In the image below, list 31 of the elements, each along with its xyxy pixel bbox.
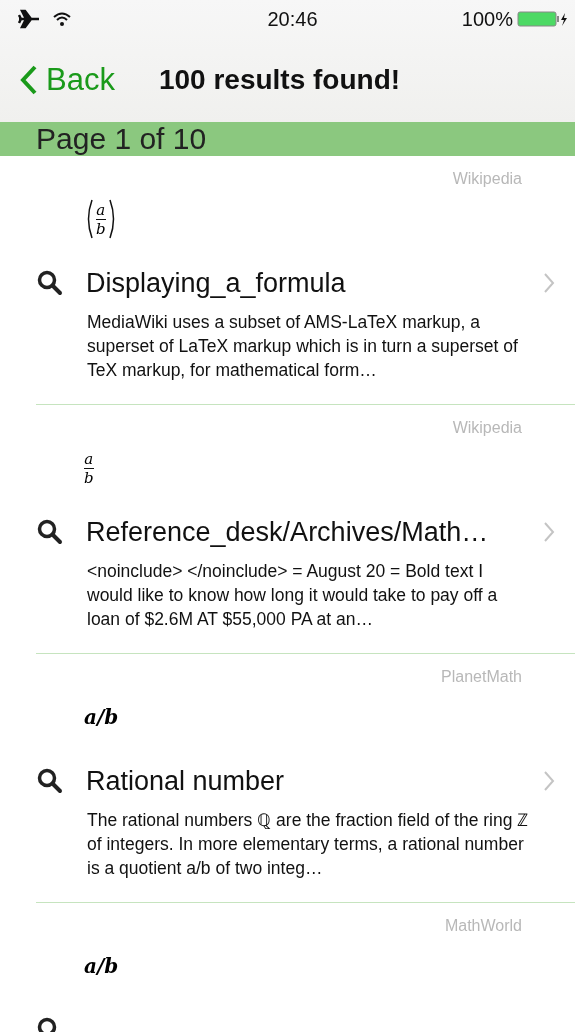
search-icon xyxy=(36,767,64,795)
result-snippet: <noinclude> </noinclude> = August 20 = Bold text I would like to know how long it would take to pay off a loan of $2.6M AT $55,000 PA at an… xyxy=(87,560,499,631)
chevron-left-icon xyxy=(20,65,38,95)
formula: a/b xyxy=(84,705,119,729)
result-title: Rational number xyxy=(86,765,286,797)
formula: a/b xyxy=(84,954,119,978)
chevron-right-icon xyxy=(543,272,555,294)
result-snippet: MediaWiki uses a subset of AMS-LaTeX markup, a superset of LaTeX markup which is in turn a superset of TeX markup, for mathematical form… xyxy=(87,311,519,382)
chevron-right-icon xyxy=(543,521,555,543)
nav-title: 100 results found! xyxy=(158,64,401,96)
result-title: Displaying_a_formula xyxy=(86,267,347,299)
chevron-right-icon xyxy=(543,770,555,792)
source-label: Wikipedia xyxy=(452,170,522,188)
result-row[interactable]: Displaying_a_formula xyxy=(36,260,575,306)
result-row[interactable]: Reference_desk/Archives/Math… xyxy=(36,509,575,555)
battery-icon xyxy=(517,11,567,27)
page-indicator: Page 1 of 10 xyxy=(0,122,575,156)
result-title: Reference_desk/Archives/Math… xyxy=(86,516,490,548)
source-label: PlanetMath xyxy=(441,668,522,686)
airplane-icon xyxy=(18,9,40,29)
fraction: a b xyxy=(84,449,94,487)
clock-time: 20:46 xyxy=(267,7,318,31)
fraction: a b xyxy=(96,200,106,238)
battery-percent: 100% xyxy=(461,7,513,31)
result-snippet: The rational numbers ℚ are the fraction field of the ring ℤ of integers. In more elementary terms, a rational number is a quotient a/b of two integ… xyxy=(87,809,529,880)
wifi-icon xyxy=(52,11,72,27)
source-label: Wikipedia xyxy=(452,419,522,437)
source-label: MathWorld xyxy=(444,917,522,935)
result-row[interactable]: Rational number xyxy=(36,758,575,804)
search-icon xyxy=(36,518,64,546)
search-icon xyxy=(36,269,64,297)
